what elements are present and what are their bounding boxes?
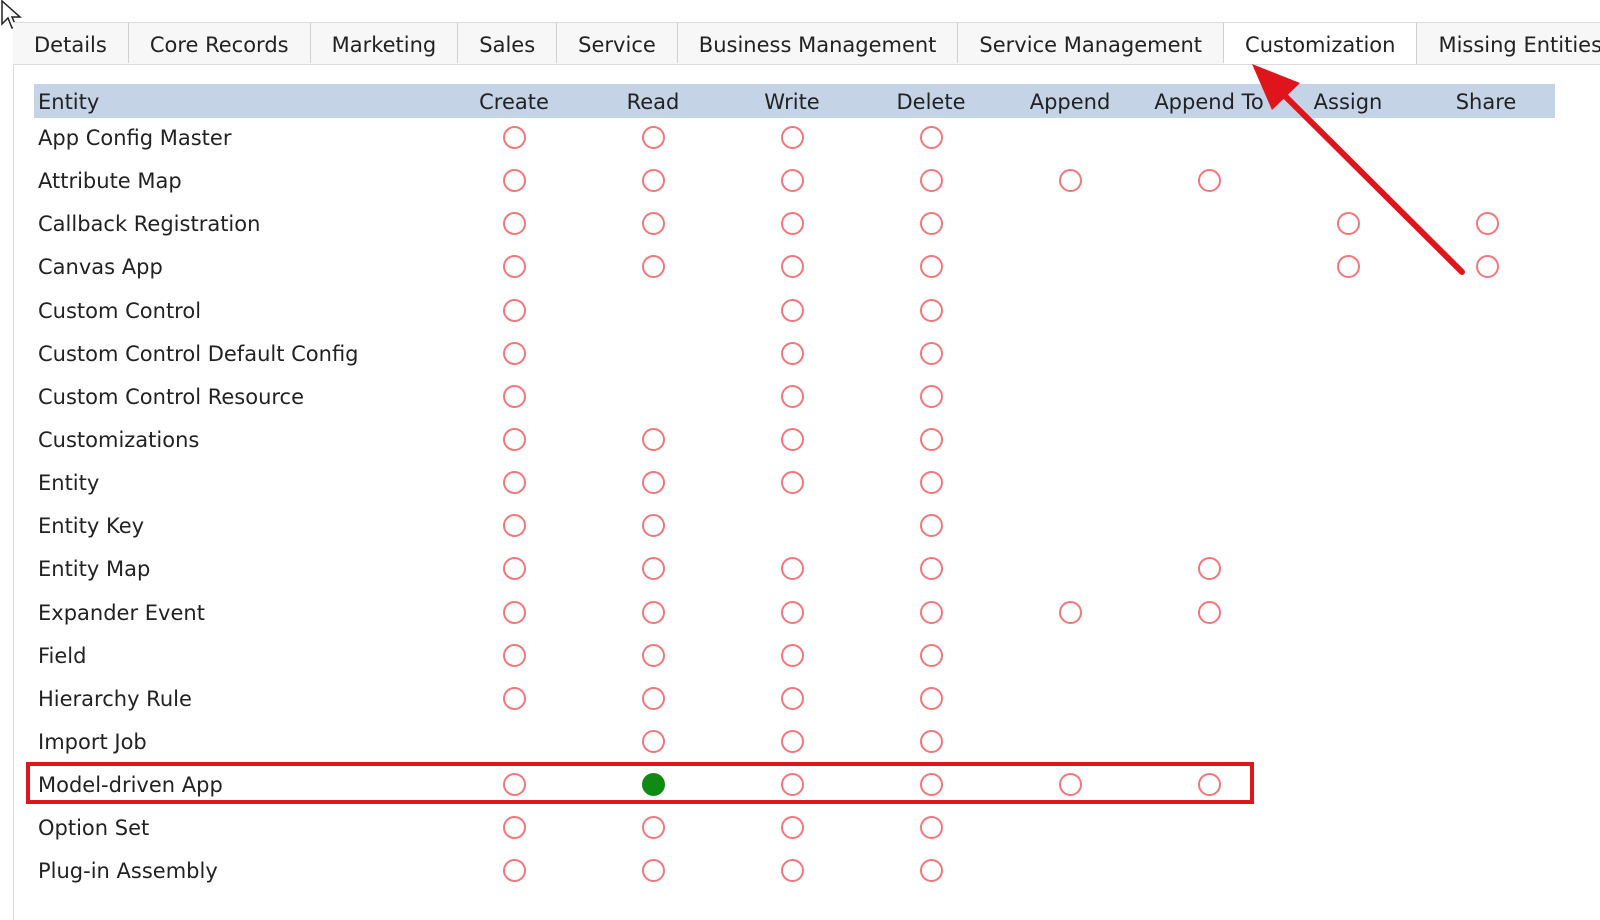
annotation-arrow bbox=[1252, 64, 1465, 275]
